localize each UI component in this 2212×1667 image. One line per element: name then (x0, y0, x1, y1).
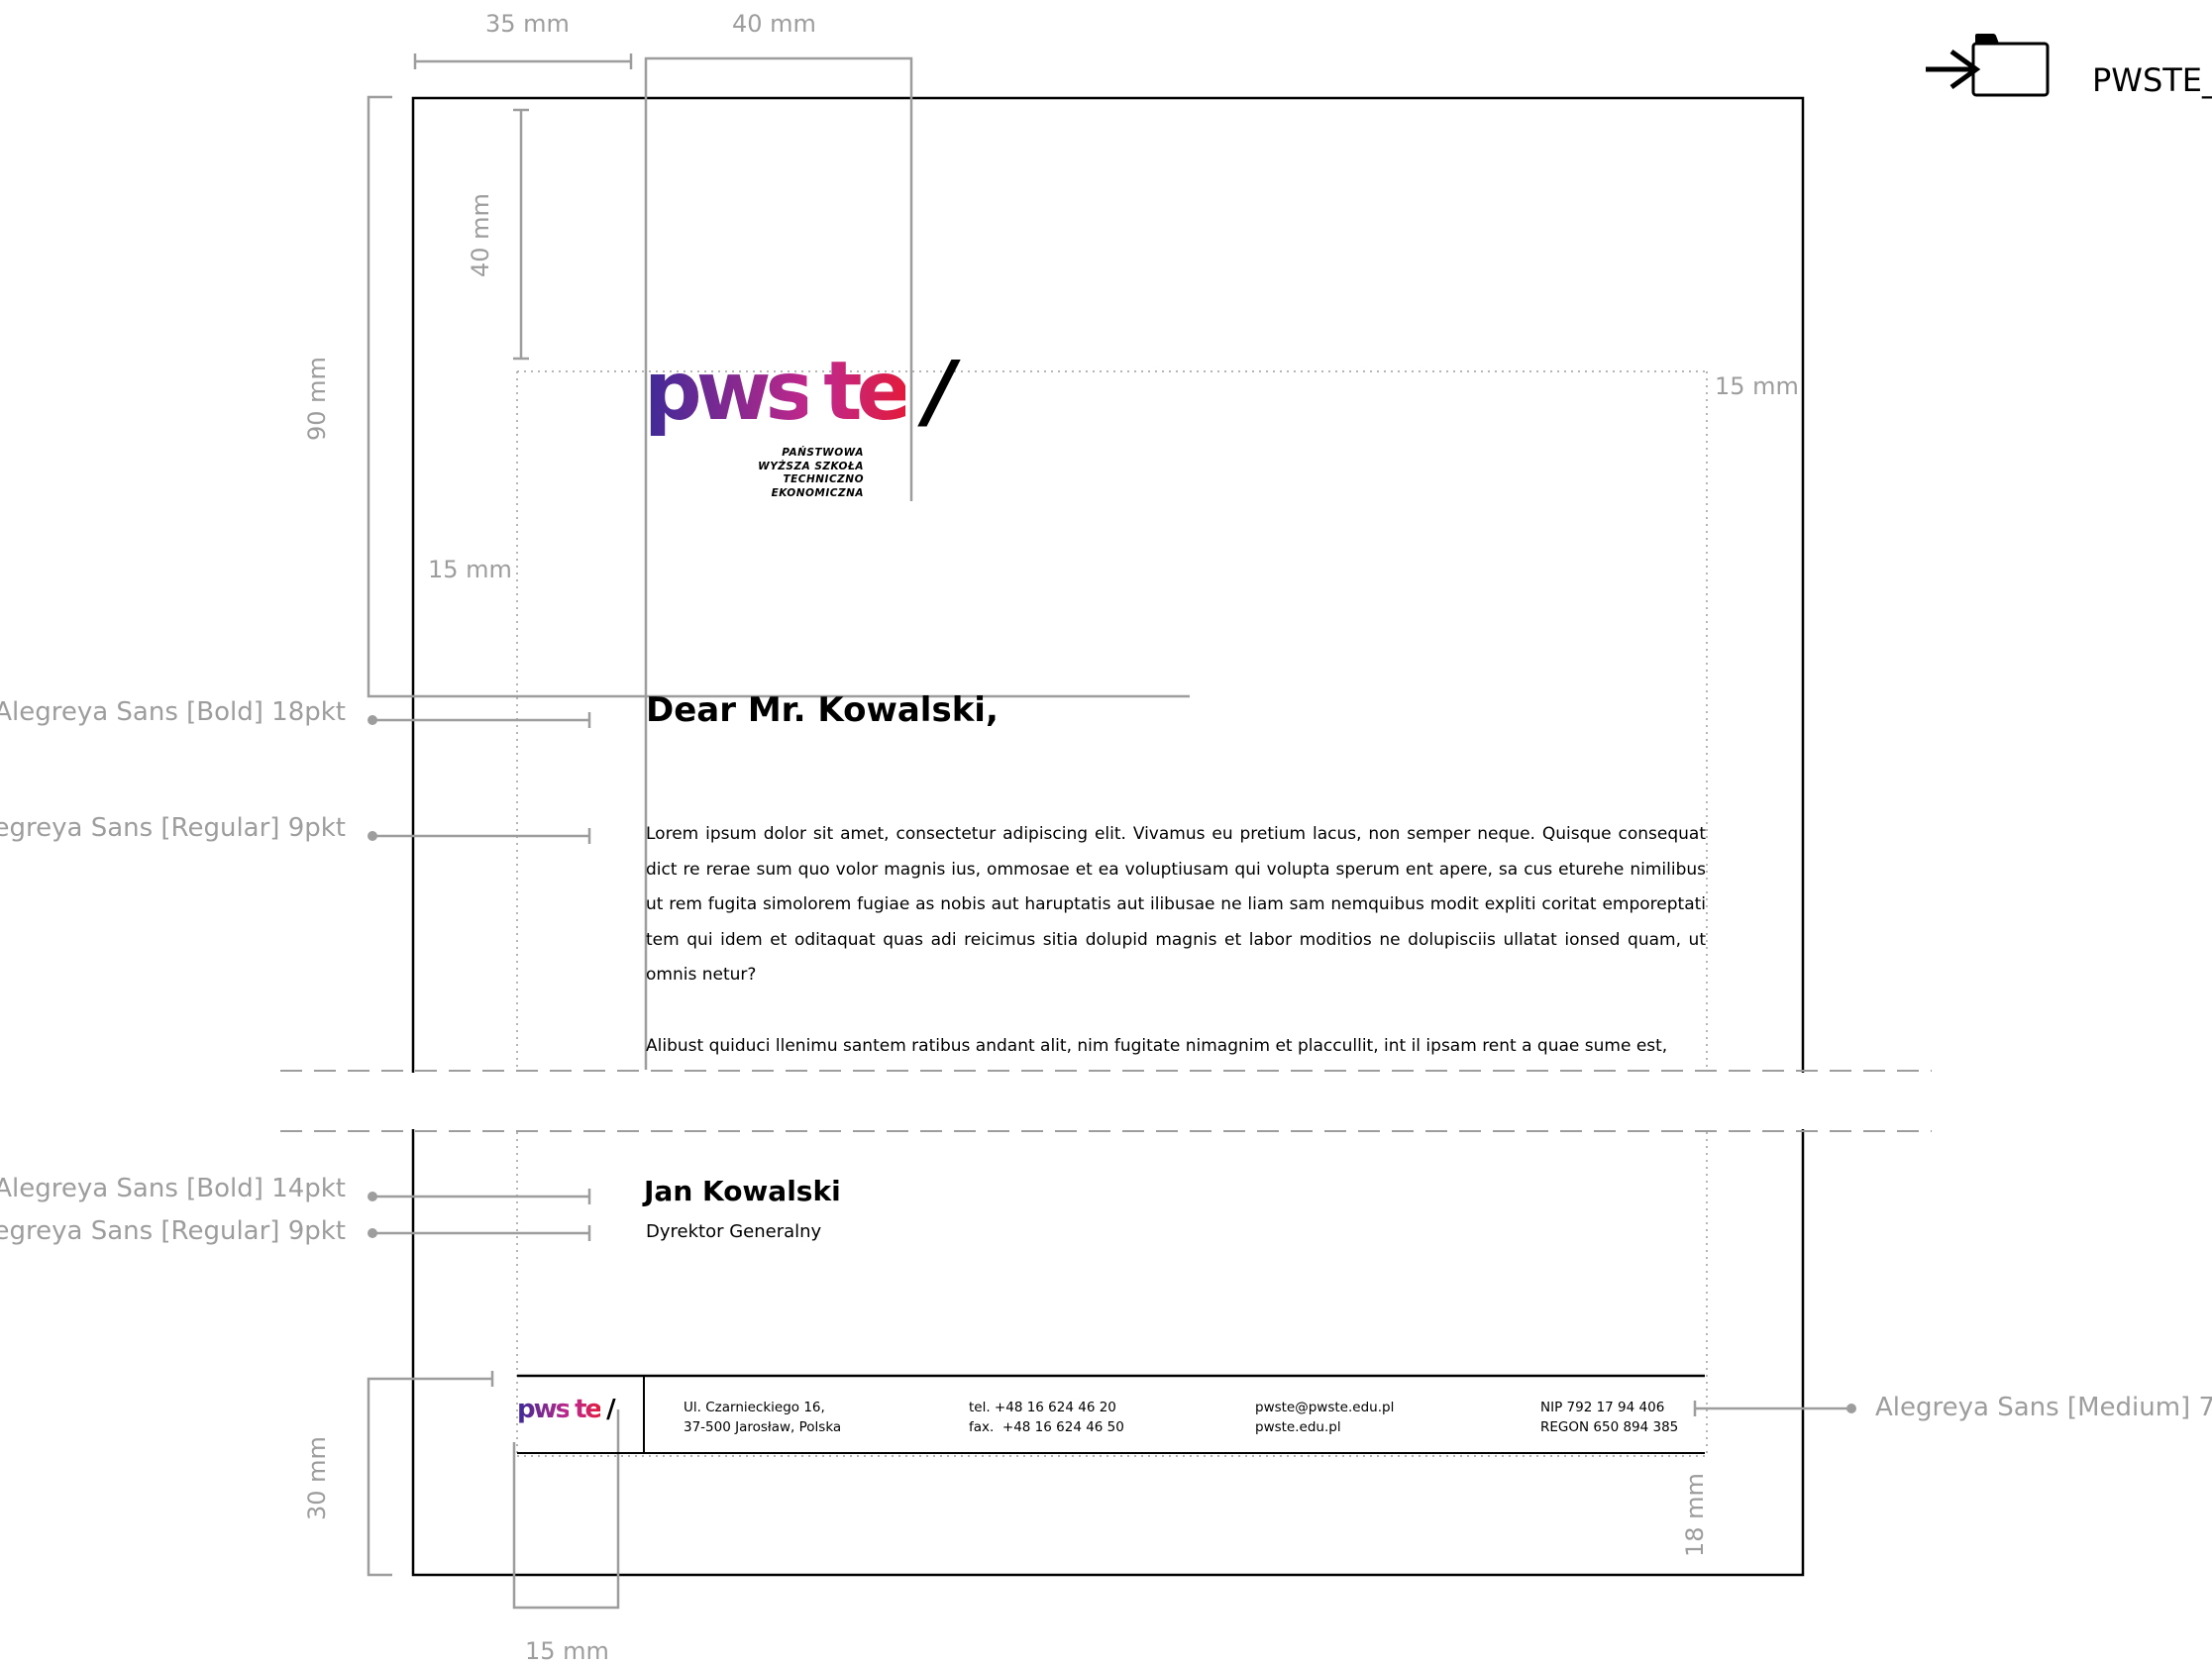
annotation-body-font: Alegreya Sans [Regular] 9pkt (0, 813, 346, 843)
dim-15mm-bottom: 15 mm (525, 1637, 609, 1665)
footer-phones: tel. +48 16 624 46 20 fax. +48 16 624 46… (969, 1400, 1124, 1435)
dim-35mm: 35 mm (485, 10, 570, 38)
dim-40mm-left: 40 mm (467, 193, 494, 277)
tagline-line: PAŃSTWOWA (782, 447, 864, 459)
footer-logo-pws: pws (517, 1395, 571, 1424)
footer-ids: NIP 792 17 94 406 REGON 650 894 385 (1540, 1400, 1679, 1435)
footer-logo-slash: / (606, 1395, 615, 1424)
file-label: PWSTE_ (2092, 61, 2212, 99)
body-paragraph-2: Alibust quiduci llenimu santem ratibus a… (646, 1036, 1668, 1056)
logo-wordmark-pws: pws (644, 345, 813, 439)
footer-address: Ul. Czarnieckiego 16, 37-500 Jarosław, P… (684, 1400, 842, 1435)
annotation-title-font: Alegreya Sans [Regular] 9pkt (0, 1216, 346, 1246)
page-break-gap (267, 1073, 1951, 1129)
footer-logo-te: te (575, 1395, 602, 1424)
folder-arrow-icon (1926, 34, 2050, 97)
tagline-line: TECHNICZNO (783, 473, 864, 485)
logo-slash: / (925, 345, 955, 439)
annotation-name-font: Alegreya Sans [Bold] 14pkt (0, 1174, 346, 1203)
greeting: Dear Mr. Kowalski, (646, 690, 999, 730)
dim-30mm: 30 mm (303, 1436, 331, 1520)
dim-90mm: 90 mm (303, 357, 331, 441)
tagline-line: EKONOMICZNA (771, 486, 864, 499)
dim-15mm-right: 15 mm (1715, 372, 1799, 400)
dim-15mm-left: 15 mm (428, 556, 512, 583)
footer-logo: pws te / (517, 1395, 616, 1424)
logo-wordmark-te: te (823, 345, 911, 439)
signer-title: Dyrektor Generalny (646, 1221, 822, 1242)
tagline-line: WYŻSZA SZKOŁA (758, 460, 864, 472)
signer-name: Jan Kowalski (644, 1175, 841, 1207)
annotation-footer-font: Alegreya Sans [Medium] 7pkt (1875, 1393, 2212, 1422)
footer-contact: pwste@pwste.edu.pl pwste.edu.pl (1255, 1400, 1395, 1435)
dim-18mm: 18 mm (1681, 1473, 1709, 1557)
letterhead-spec: PWSTE_ 35 mm 40 mm 15 mm 15 mm 15 mm 90 … (0, 0, 2212, 1667)
pwste-logo: pws te / (644, 343, 955, 442)
dim-40mm-top: 40 mm (732, 10, 816, 38)
annotation-greeting-font: Alegreya Sans [Bold] 18pkt (0, 697, 346, 727)
logo-tagline: PAŃSTWOWA WYŻSZA SZKOŁA TECHNICZNO EKONO… (715, 447, 864, 500)
body-paragraph-1: Lorem ipsum dolor sit amet, consectetur … (646, 824, 1706, 985)
